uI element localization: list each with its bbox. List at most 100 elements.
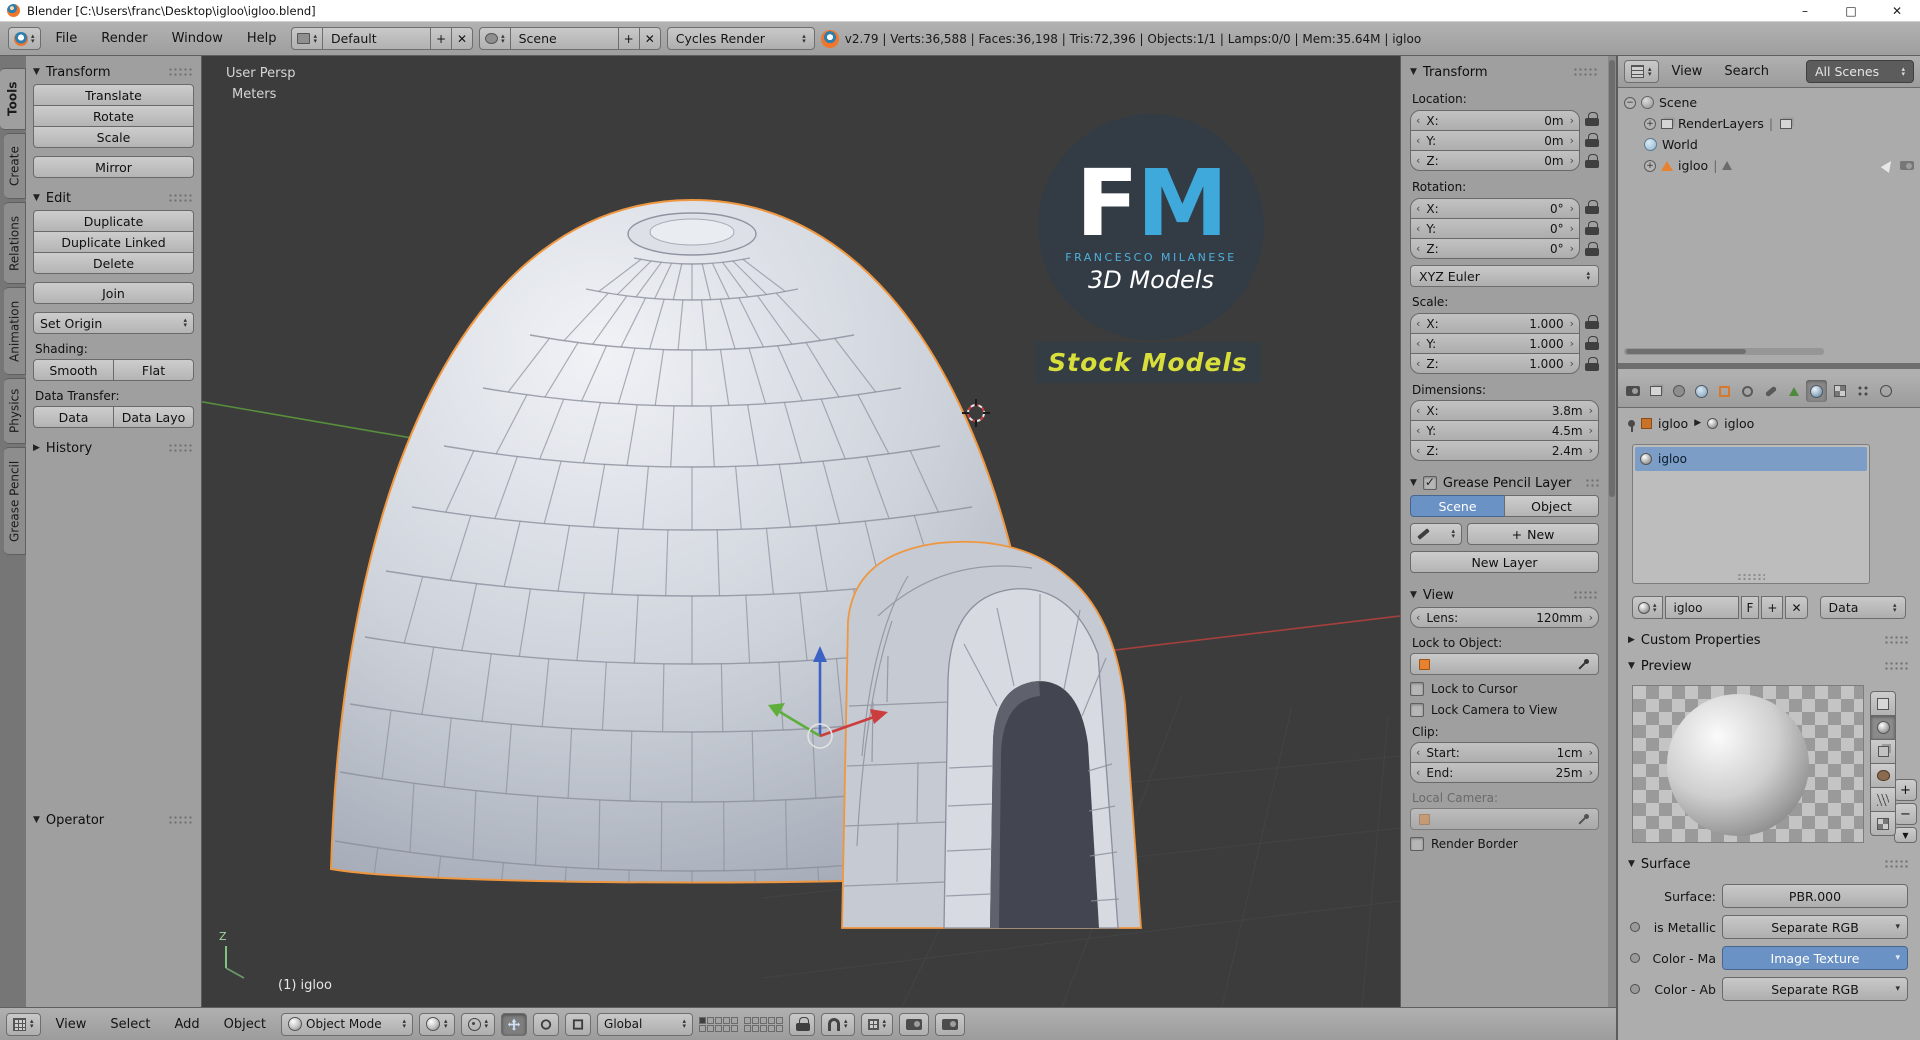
grease-object-tab[interactable]: Object [1504,495,1599,517]
panel-surface-header[interactable]: ▼ Surface [1618,851,1920,877]
panel-grip-icon[interactable] [1884,661,1910,672]
panel-grip-icon[interactable] [1884,635,1910,646]
preview-cube-button[interactable] [1870,739,1896,764]
tab-relations[interactable]: Relations [4,202,26,284]
grease-new-button[interactable]: + New [1467,523,1599,545]
rotation-z-field[interactable]: ‹Z:0°› [1410,238,1580,259]
scene-browse-button[interactable]: ▴▾ [479,27,511,50]
tab-create[interactable]: Create [4,133,26,199]
rotation-x-field[interactable]: ‹X:0°› [1410,198,1580,219]
scene-field[interactable]: Scene [511,27,619,50]
tab-render-icon[interactable] [1622,380,1643,402]
delete-button[interactable]: Delete [33,252,194,274]
panel-grease-pencil-header[interactable]: ▼ Grease Pencil Layer [1410,471,1599,495]
add-material-button[interactable]: + [1761,596,1783,619]
expand-icon[interactable]: + [1644,160,1656,172]
manipulator-rotate-toggle[interactable] [533,1013,559,1036]
mirror-button[interactable]: Mirror [33,156,194,178]
list-resize-grip[interactable] [1737,573,1765,581]
menu-search[interactable]: Search [1715,64,1778,79]
panel-grip-icon[interactable] [1573,67,1599,78]
outliner-row-renderlayers[interactable]: + RenderLayers | [1618,113,1920,134]
outliner-row-scene[interactable]: − Scene [1618,92,1920,113]
eyedropper-icon[interactable] [1577,658,1590,671]
manipulator-translate-toggle[interactable] [501,1013,527,1036]
dimension-y-field[interactable]: ‹Y:4.5m› [1410,420,1599,441]
lens-field[interactable]: ‹Lens:120mm› [1410,607,1599,628]
data-transfer-data-button[interactable]: Data [33,406,114,428]
panel-history-header[interactable]: ▶ History [33,436,194,460]
layers-widget-right[interactable] [744,1017,783,1032]
menu-help[interactable]: Help [238,31,286,46]
lock-icon[interactable] [1585,112,1599,127]
delete-screen-button[interactable]: ✕ [452,27,473,50]
breadcrumb-data[interactable]: igloo [1724,416,1754,431]
menu-view[interactable]: View [1663,64,1712,79]
outliner-row-world[interactable]: World [1618,134,1920,155]
scale-z-field[interactable]: ‹Z:1.000› [1410,353,1580,374]
npanel-scrollbar[interactable] [1608,56,1616,1007]
fake-user-button[interactable]: F [1741,596,1760,619]
surface-dropdown[interactable]: PBR.000 [1722,884,1908,908]
lock-icon[interactable] [1585,336,1599,351]
set-origin-button[interactable]: Set Origin ▴▾ [33,312,194,334]
preview-sphere-button[interactable] [1870,715,1896,740]
collapse-icon[interactable]: − [1624,97,1636,109]
editor-type-button[interactable]: ▴▾ [6,1013,41,1036]
dimension-x-field[interactable]: ‹X:3.8m› [1410,400,1599,421]
clip-end-field[interactable]: ‹End:25m› [1410,762,1599,783]
location-x-field[interactable]: ‹X:0m› [1410,110,1580,131]
preview-flat-button[interactable] [1870,691,1896,716]
color-ma-dropdown[interactable]: Image Texture ▾ [1722,946,1908,970]
tab-texture-icon[interactable] [1829,380,1850,402]
rotation-y-field[interactable]: ‹Y:0°› [1410,218,1580,239]
tab-physics-icon[interactable] [1875,380,1896,402]
duplicate-button[interactable]: Duplicate [33,210,194,232]
screen-layout-field[interactable]: Default [323,27,431,50]
menu-window[interactable]: Window [163,31,232,46]
tab-particles-icon[interactable] [1852,380,1873,402]
minimize-button[interactable]: – [1782,0,1828,21]
scale-y-field[interactable]: ‹Y:1.000› [1410,333,1580,354]
tab-world-icon[interactable] [1691,380,1712,402]
rotation-mode-dropdown[interactable]: XYZ Euler ▴▾ [1410,265,1599,287]
panel-grip-icon[interactable] [168,815,194,826]
grease-pencil-dropdown[interactable]: ▴▾ [1410,523,1462,545]
outliner-scrollbar[interactable] [1624,348,1824,355]
manipulator-scale-toggle[interactable] [565,1013,591,1036]
opengl-render-anim-button[interactable] [935,1013,965,1036]
translate-button[interactable]: Translate [33,84,194,106]
blender-menu-button[interactable]: ▴▾ [8,27,41,50]
tab-constraints-icon[interactable] [1737,380,1758,402]
menu-render[interactable]: Render [92,31,156,46]
material-slot-list[interactable]: igloo [1632,444,1870,584]
menu-view[interactable]: View [47,1017,96,1032]
pivot-dropdown[interactable]: ▴▾ [461,1013,496,1036]
outliner-row-igloo[interactable]: + igloo | [1618,155,1920,176]
panel-grip-icon[interactable] [168,67,194,78]
panel-transform-header[interactable]: ▼ Transform [1410,60,1599,84]
lock-icon[interactable] [1585,357,1599,372]
close-button[interactable]: ✕ [1874,0,1920,21]
dimension-z-field[interactable]: ‹Z:2.4m› [1410,440,1599,461]
menu-object[interactable]: Object [215,1017,275,1032]
screen-browse-button[interactable]: ▴▾ [291,27,323,50]
delete-scene-button[interactable]: ✕ [640,27,661,50]
shade-flat-button[interactable]: Flat [113,359,194,381]
panel-view-header[interactable]: ▼ View [1410,583,1599,607]
panel-edit-header[interactable]: ▼ Edit [33,186,194,210]
scale-x-field[interactable]: ‹X:1.000› [1410,313,1580,334]
add-screen-button[interactable]: + [431,27,452,50]
menu-file[interactable]: File [47,31,87,46]
tab-tools[interactable]: Tools [0,68,26,130]
breadcrumb-object[interactable]: igloo [1658,416,1688,431]
add-scene-button[interactable]: + [619,27,640,50]
panel-grip-icon[interactable] [1585,478,1599,489]
lock-icon[interactable] [1585,221,1599,236]
restrict-select-icon[interactable] [1881,158,1896,173]
location-y-field[interactable]: ‹Y:0m› [1410,130,1580,151]
lock-camera-checkbox[interactable] [1410,703,1424,717]
tab-grease-pencil[interactable]: Grease Pencil [4,447,26,555]
pin-icon[interactable] [1628,420,1635,427]
viewport-shading-dropdown[interactable]: ▴▾ [419,1013,455,1036]
